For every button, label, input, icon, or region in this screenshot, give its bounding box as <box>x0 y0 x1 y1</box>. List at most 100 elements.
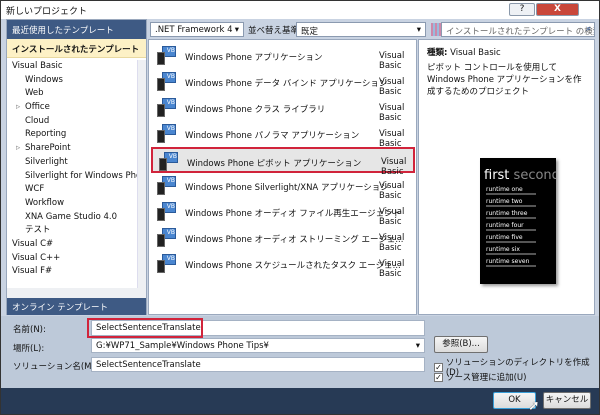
preview-item-subtext <box>486 193 536 195</box>
title-bar: 新しいプロジェクト ? X <box>1 1 599 19</box>
windows-phone-vb-icon: VB <box>157 254 177 274</box>
template-search-input[interactable]: インストールされたテンプレート の検索 ⌕ <box>441 22 595 37</box>
tree-item-label: Silverlight <box>25 156 68 167</box>
preview-item-subtext <box>486 253 536 255</box>
tree-item[interactable]: Workflow <box>7 197 137 211</box>
vertical-scrollbar[interactable] <box>137 60 146 288</box>
tree-item-label: Visual C++ <box>12 252 61 263</box>
sort-value: 既定 <box>301 27 319 37</box>
template-details-panel: 種類: Visual Basic ピボット コントロールを使用して Window… <box>418 39 595 315</box>
recent-templates-header[interactable]: 最近使用したテンプレート <box>7 20 146 39</box>
template-language: Visual Basic <box>379 181 405 201</box>
highlight-box <box>87 318 203 338</box>
type-label: 種類: <box>427 48 448 58</box>
solution-name-label: ソリューション名(M): <box>13 362 98 372</box>
tree-item-label: WCF <box>25 184 45 195</box>
search-icon: ⌕ <box>586 24 591 34</box>
template-name: Windows Phone データ バインド アプリケーション <box>185 79 388 89</box>
template-language: Visual Basic <box>379 77 405 97</box>
template-item[interactable]: VB Windows Phone アプリケーション Visual Basic <box>151 43 415 71</box>
template-preview-image: first second runtime one runtime two runti… <box>480 158 556 284</box>
template-name: Windows Phone スケジュールされたタスク エージェ... <box>185 261 401 271</box>
solution-name-input[interactable]: SelectSentenceTranslate <box>91 357 425 372</box>
tree-item-label: Office <box>25 102 50 113</box>
expand-arrow-icon[interactable]: ▹ <box>16 142 20 156</box>
windows-phone-vb-icon: VB <box>159 152 179 172</box>
preview-item-subtext <box>486 205 536 207</box>
add-source-control-label: ソース管理に追加(U) <box>446 373 527 383</box>
windows-phone-vb-icon: VB <box>157 228 177 248</box>
checkbox-checked-icon: ✓ <box>434 372 443 382</box>
location-select[interactable]: G:¥WP71_Sample¥Windows Phone Tips¥ ▾ <box>91 338 425 353</box>
tree-item-label: XNA Game Studio 4.0 <box>25 211 117 222</box>
windows-phone-vb-icon: VB <box>157 202 177 222</box>
horizontal-scrollbar[interactable] <box>7 288 146 298</box>
template-list: VB Windows Phone アプリケーション Visual Basic VB Wi… <box>148 39 417 315</box>
solution-name-value: SelectSentenceTranslate <box>96 360 201 370</box>
tree-item[interactable]: テスト <box>7 224 137 238</box>
name-label: 名前(N): <box>13 325 46 335</box>
framework-select[interactable]: .NET Framework 4 ▾ <box>150 22 244 37</box>
tree-item[interactable]: WCF <box>7 183 137 197</box>
template-category-panel: 最近使用したテンプレート インストールされたテンプレート Visual Basi… <box>6 19 147 315</box>
online-templates-header[interactable]: オンライン テンプレート <box>7 298 146 315</box>
cancel-button[interactable]: キャンセル <box>543 392 591 409</box>
sort-select[interactable]: 既定 ▾ <box>296 22 426 37</box>
tree-item[interactable]: Visual F# <box>7 265 137 279</box>
tree-item[interactable]: Visual C++ <box>7 252 137 266</box>
type-value: Visual Basic <box>450 48 501 58</box>
preview-title-second: second <box>513 168 556 183</box>
mouse-cursor-icon: ➚ <box>528 398 540 414</box>
tree-item[interactable]: ▹ Office <box>7 101 137 115</box>
tree-item-label: Workflow <box>25 197 65 208</box>
tree-item-label: Cloud <box>25 115 50 126</box>
template-item[interactable]: VB Windows Phone ピボット アプリケーション Visual Basi… <box>151 147 415 177</box>
template-language: Visual Basic <box>379 103 405 123</box>
template-item[interactable]: VB Windows Phone スケジュールされたタスク エージェ... Visu… <box>151 251 415 279</box>
chevron-down-icon: ▾ <box>415 341 420 351</box>
template-name: Windows Phone パノラマ アプリケーション <box>185 131 360 141</box>
template-language: Visual Basic <box>379 207 405 227</box>
windows-phone-vb-icon: VB <box>157 98 177 118</box>
tree-item[interactable]: Web <box>7 87 137 101</box>
tree-item[interactable]: Silverlight for Windows Phone <box>7 170 137 184</box>
template-name: Windows Phone クラス ライブラリ <box>185 105 326 115</box>
help-button[interactable]: ? <box>509 3 535 16</box>
dialog-title: 新しいプロジェクト <box>6 7 88 17</box>
expand-arrow-icon[interactable]: ▹ <box>16 101 20 115</box>
template-description: ピボット コントロールを使用して Windows Phone アプリケーションを… <box>427 63 582 97</box>
preview-item: runtime four <box>486 222 524 229</box>
template-item[interactable]: VB Windows Phone クラス ライブラリ Visual Basic <box>151 95 415 123</box>
template-name: Windows Phone ピボット アプリケーション <box>187 159 362 169</box>
preview-item: runtime three <box>486 210 528 217</box>
tree-item[interactable]: Visual Basic <box>7 60 137 74</box>
close-button[interactable]: X <box>536 3 579 16</box>
template-item[interactable]: VB Windows Phone Silverlight/XNA アプリケーション… <box>151 173 415 201</box>
installed-templates-header[interactable]: インストールされたテンプレート <box>7 39 146 58</box>
browse-button[interactable]: 参照(B)... <box>434 336 488 353</box>
tree-item[interactable]: XNA Game Studio 4.0 <box>7 211 137 225</box>
location-value: G:¥WP71_Sample¥Windows Phone Tips¥ <box>96 341 269 351</box>
tree-item-label: Visual C# <box>12 238 54 249</box>
sort-label: 並べ替え基準: <box>248 26 302 36</box>
add-source-control-checkbox[interactable]: ✓ ソース管理に追加(U) <box>434 371 526 383</box>
preview-item: runtime five <box>486 234 523 241</box>
preview-item: runtime six <box>486 246 520 253</box>
preview-item: runtime two <box>486 198 523 205</box>
tree-item[interactable]: Cloud <box>7 115 137 129</box>
tree-item[interactable]: Reporting <box>7 128 137 142</box>
tree-item[interactable]: ▹ SharePoint <box>7 142 137 156</box>
new-project-dialog: 新しいプロジェクト ? X 最近使用したテンプレート インストールされたテンプレ… <box>0 0 600 415</box>
template-item[interactable]: VB Windows Phone パノラマ アプリケーション Visual Basi… <box>151 121 415 149</box>
tree-item-label: Windows <box>25 74 63 85</box>
template-item[interactable]: VB Windows Phone オーディオ ストリーミング エージェ... Vis… <box>151 225 415 253</box>
tree-item[interactable]: Windows <box>7 74 137 88</box>
template-tree: Visual Basic Windows Web ▹ Office Cloud Report… <box>7 60 137 279</box>
template-item[interactable]: VB Windows Phone データ バインド アプリケーション Visual … <box>151 69 415 97</box>
template-item[interactable]: VB Windows Phone オーディオ ファイル再生エージェント Visual… <box>151 199 415 227</box>
location-label: 場所(L): <box>13 344 45 354</box>
preview-item-subtext <box>486 241 536 243</box>
tree-item[interactable]: Silverlight <box>7 156 137 170</box>
tree-item[interactable]: Visual C# <box>7 238 137 252</box>
preview-title-first: first <box>484 168 510 183</box>
